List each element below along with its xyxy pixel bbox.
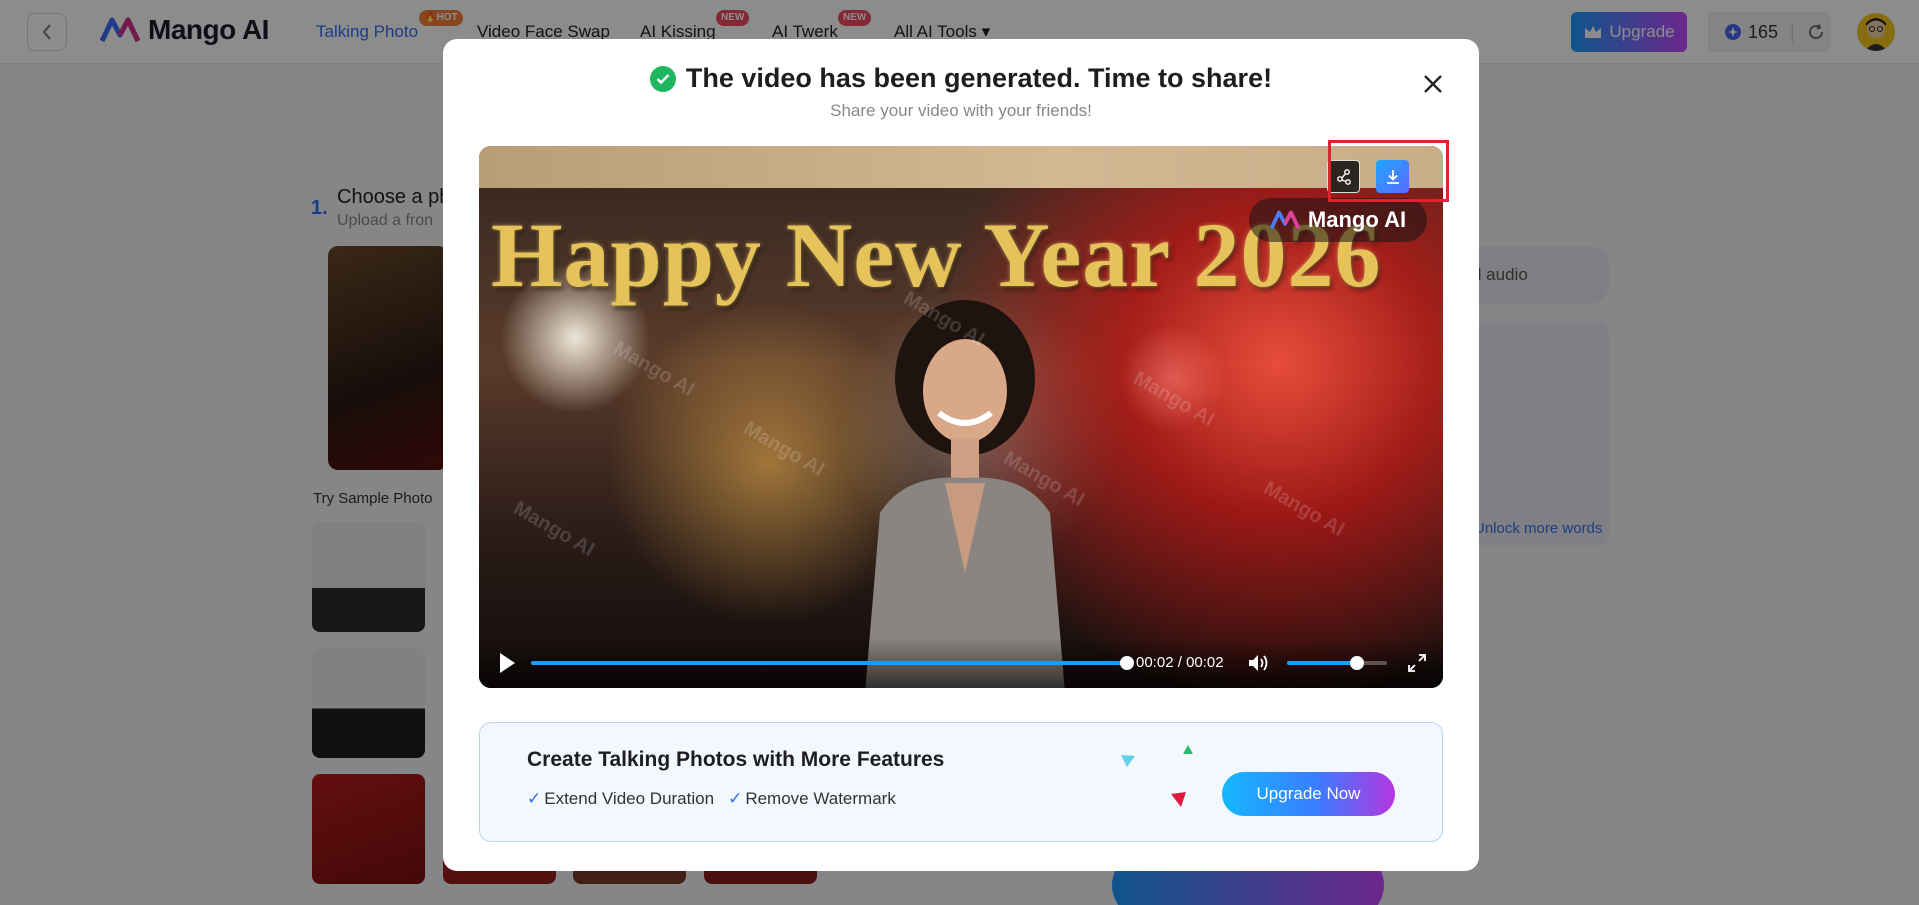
mango-watermark-badge: Mango AI [1249,198,1427,242]
video-top-strip [479,146,1443,188]
duration: 00:02 [1186,654,1224,671]
confetti-icon [1183,745,1193,754]
modal-title: The video has been generated. Time to sh… [443,63,1479,94]
modal-subtitle: Share your video with your friends! [830,101,1092,120]
fullscreen-icon[interactable] [1407,653,1427,673]
progress-bar[interactable] [531,656,1134,670]
upgrade-now-button[interactable]: Upgrade Now [1222,772,1395,816]
volume-slider[interactable] [1287,656,1387,670]
promo-features: ✓ Extend Video Duration ✓ Remove Watermark [527,789,896,809]
watermark-text: Mango AI [1129,367,1219,431]
mango-logo-icon [1269,210,1300,230]
current-time: 00:02 [1136,654,1174,671]
video-player[interactable]: Happy New Year 2026 Mango AI Mango AI Ma… [479,146,1443,688]
time-display: 00:02 / 00:02 [1136,654,1224,671]
feature-item: ✓ Remove Watermark [728,789,896,809]
watermark-badge-text: Mango AI [1307,207,1407,232]
checkmark-icon: ✓ [527,789,542,808]
video-frame: Happy New Year 2026 Mango AI Mango AI Ma… [479,188,1443,688]
feature-label: Extend Video Duration [544,789,715,808]
checkmark-icon: ✓ [728,789,743,808]
watermark-text: Mango AI [509,497,599,561]
play-icon[interactable] [497,651,517,675]
progress-handle[interactable] [1120,656,1134,670]
volume-fill [1287,661,1357,665]
check-circle-icon [649,65,676,92]
watermark-text: Mango AI [609,337,699,401]
progress-fill [531,661,1127,665]
volume-icon[interactable] [1247,652,1271,674]
promo-banner: Create Talking Photos with More Features… [479,722,1443,842]
share-modal: The video has been generated. Time to sh… [443,39,1479,871]
close-icon [1424,75,1442,93]
video-controls: 00:02 / 00:02 [479,638,1443,688]
feature-item: ✓ Extend Video Duration [527,789,714,809]
feature-label: Remove Watermark [745,789,896,808]
annotation-highlight-box [1328,140,1449,202]
volume-handle[interactable] [1350,656,1364,670]
watermark-text: Mango AI [1259,477,1349,541]
modal-title-text: The video has been generated. Time to sh… [685,63,1273,93]
confetti-icon [1171,792,1186,807]
watermark-text: Mango AI [739,417,829,481]
close-button[interactable] [1419,70,1447,98]
time-separator: / [1177,654,1182,671]
confetti-icon [1121,755,1135,767]
promo-title: Create Talking Photos with More Features [527,748,945,771]
